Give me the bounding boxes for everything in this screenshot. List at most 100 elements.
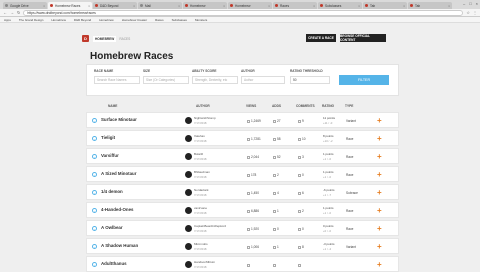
expand-chevron-icon[interactable]: › — [92, 118, 97, 123]
browser-tab[interactable]: Tab × — [363, 2, 407, 9]
expand-chevron-icon[interactable]: › — [92, 262, 97, 267]
author-link[interactable]: CaptainBeardinRepkord — [194, 224, 226, 228]
expand-chevron-icon[interactable]: › — [92, 208, 97, 213]
browser-tab[interactable]: Tab × — [408, 2, 452, 9]
col-adds[interactable]: ADDS — [272, 104, 281, 108]
author-link[interactable]: Mlcmnobs — [194, 242, 208, 246]
close-icon[interactable]: × — [403, 4, 405, 8]
race-name-link[interactable]: Varsiffur — [101, 153, 119, 158]
close-icon[interactable]: × — [358, 4, 360, 8]
browse-official-content-button[interactable]: BROWSE OFFICIAL CONTENT — [340, 34, 386, 42]
bookmark-item[interactable]: Apps — [4, 18, 11, 22]
author-link[interactable]: vanirvane — [194, 206, 207, 210]
add-to-collection-icon[interactable]: + — [377, 188, 382, 197]
author-input[interactable]: Author — [241, 76, 285, 84]
table-row[interactable]: › 1/4 demon Nordaclark 7/17/2018 1,450 4 6 -6 p… — [86, 184, 399, 200]
table-row[interactable]: › A Sized Minotaur Bhilaudman 7/17/2018 178 2… — [86, 166, 399, 182]
browser-tab[interactable]: Google Drive × — [3, 2, 47, 9]
expand-chevron-icon[interactable]: › — [92, 226, 97, 231]
rating-threshold-input[interactable]: 50 — [290, 76, 330, 84]
race-name-link[interactable]: A Owlbear — [101, 225, 123, 230]
race-name-link[interactable]: A Shadow Human — [101, 243, 138, 248]
author-link[interactable]: HandsonMbtuin — [194, 260, 215, 264]
bookmark-item[interactable]: Races — [155, 18, 164, 22]
race-name-link[interactable]: Tieligit — [101, 135, 115, 140]
col-name[interactable]: NAME — [108, 104, 117, 108]
reload-icon[interactable]: ↻ — [17, 10, 20, 15]
bookmark-item[interactable]: Monsters — [195, 18, 207, 22]
site-logo-icon[interactable]: D — [82, 35, 89, 42]
browser-tab[interactable]: Homebrew × — [228, 2, 272, 9]
menu-icon[interactable]: ⋮ — [473, 10, 477, 15]
size-select[interactable]: Size (Or Categories) — [143, 76, 189, 84]
table-row[interactable]: › A Shadow Human Mlcmnobs 7/17/2018 1,006 1 8 -… — [86, 238, 399, 254]
add-to-collection-icon[interactable]: + — [377, 260, 382, 269]
close-window-icon[interactable]: × — [476, 1, 478, 6]
browser-tab[interactable]: Homebrew × — [183, 2, 227, 9]
create-race-button[interactable]: CREATE A RACE — [306, 34, 336, 42]
race-name-link[interactable]: Adultthanus — [101, 261, 127, 266]
filter-button[interactable]: FILTER — [339, 75, 389, 85]
add-to-collection-icon[interactable]: + — [377, 152, 382, 161]
race-name-link[interactable]: Surface Minotaur — [101, 117, 137, 122]
table-row[interactable]: › Surface Minotaur NightwishStomp 7/17/2018… — [86, 112, 399, 128]
browser-tab[interactable]: D&D Beyond × — [93, 2, 137, 9]
expand-chevron-icon[interactable]: › — [92, 172, 97, 177]
col-type[interactable]: TYPE — [345, 104, 353, 108]
bookmark-item[interactable]: Homebrew — [51, 18, 66, 22]
author-link[interactable]: Xalehax — [194, 134, 205, 138]
author-link[interactable]: Bolarill — [194, 152, 203, 156]
col-comments[interactable]: COMMENTS — [296, 104, 315, 108]
add-to-collection-icon[interactable]: + — [377, 206, 382, 215]
add-to-collection-icon[interactable]: + — [377, 116, 382, 125]
author-link[interactable]: NightwishStomp — [194, 116, 216, 120]
col-views[interactable]: VIEWS — [246, 104, 256, 108]
browser-tab[interactable]: Races × — [273, 2, 317, 9]
bookmark-item[interactable]: D&D Beyond — [74, 18, 91, 22]
race-name-input[interactable]: Search Race Names — [94, 76, 140, 84]
add-to-collection-icon[interactable]: + — [377, 134, 382, 143]
close-icon[interactable]: × — [268, 4, 270, 8]
close-icon[interactable]: × — [313, 4, 315, 8]
race-name-link[interactable]: 1/4 demon — [101, 189, 123, 194]
back-icon[interactable]: ← — [3, 10, 7, 15]
bookmark-item[interactable]: The Grand Design — [19, 18, 44, 22]
url-input[interactable]: https://www.dndbeyond.com/homebrew/races — [23, 9, 464, 16]
expand-chevron-icon[interactable]: › — [92, 190, 97, 195]
close-icon[interactable]: × — [448, 4, 450, 8]
breadcrumb-races[interactable]: RACES — [119, 37, 130, 41]
col-rating[interactable]: RATING — [322, 104, 334, 108]
close-icon[interactable]: × — [133, 4, 135, 8]
expand-chevron-icon[interactable]: › — [92, 154, 97, 159]
ability-score-select[interactable]: Strength, Dexterity, etc — [192, 76, 238, 84]
browser-tab[interactable]: Subclasses × — [318, 2, 362, 9]
close-icon[interactable]: × — [178, 4, 180, 8]
table-row[interactable]: › 4-Handed-Ones vanirvane 7/17/2018 6,886 1 2 1… — [86, 202, 399, 218]
col-author[interactable]: AUTHOR — [196, 104, 210, 108]
bookmark-item[interactable]: Subclasses — [172, 18, 187, 22]
add-to-collection-icon[interactable]: + — [377, 170, 382, 179]
minimize-icon[interactable]: – — [463, 1, 465, 6]
browser-tab-active[interactable]: Homebrew Races × — [48, 2, 92, 9]
race-name-link[interactable]: 4-Handed-Ones — [101, 207, 133, 212]
add-to-collection-icon[interactable]: + — [377, 242, 382, 251]
table-row[interactable]: › Adultthanus HandsonMbtuin 7/17/2018 + — [86, 256, 399, 272]
author-link[interactable]: Bhilaudman — [194, 170, 210, 174]
maximize-icon[interactable]: □ — [469, 1, 471, 6]
forward-icon[interactable]: → — [10, 10, 14, 15]
author-link[interactable]: Nordaclark — [194, 188, 209, 192]
table-row[interactable]: › Tieligit Xalehax 7/17/2018 1,7281 58 10 8 poi… — [86, 130, 399, 146]
breadcrumb-homebrew[interactable]: HOMEBREW — [93, 35, 117, 42]
race-name-link[interactable]: A Sized Minotaur — [101, 171, 136, 176]
expand-chevron-icon[interactable]: › — [92, 136, 97, 141]
star-icon[interactable]: ☆ — [466, 10, 470, 15]
bookmark-item[interactable]: Homebrew Creator — [122, 18, 147, 22]
browser-tab[interactable]: Mail × — [138, 2, 182, 9]
table-row[interactable]: › Varsiffur Bolarill 7/17/2018 2,044 52 3 1 poi… — [86, 148, 399, 164]
close-icon[interactable]: × — [88, 4, 90, 8]
bookmark-item[interactable]: Homebrew — [99, 18, 114, 22]
close-icon[interactable]: × — [43, 4, 45, 8]
add-to-collection-icon[interactable]: + — [377, 224, 382, 233]
expand-chevron-icon[interactable]: › — [92, 244, 97, 249]
close-icon[interactable]: × — [223, 4, 225, 8]
